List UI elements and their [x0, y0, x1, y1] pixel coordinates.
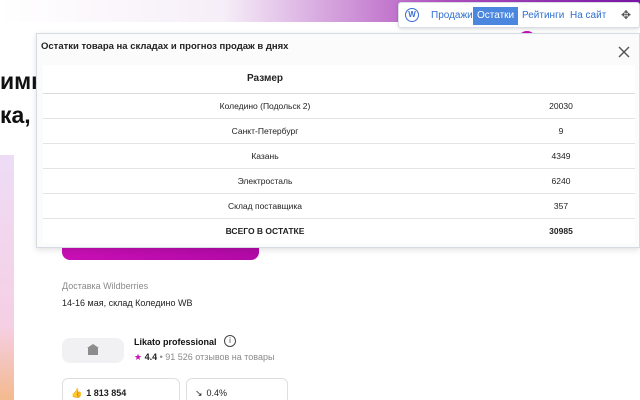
tab-ratings[interactable]: Рейтинги: [518, 7, 568, 25]
warehouse-qty: 4349: [487, 143, 635, 169]
trend-icon: ↘: [195, 388, 203, 398]
warehouse-name: Казань: [43, 143, 487, 169]
move-icon[interactable]: ✥: [618, 7, 634, 23]
warehouse-qty: 6240: [487, 168, 635, 194]
modal-title: Остатки товара на складах и прогноз прод…: [41, 41, 289, 52]
warehouse-qty: 357: [487, 193, 635, 219]
likes-count: 1 813 854: [86, 388, 127, 398]
table-row: Электросталь 6240: [43, 168, 635, 194]
product-image-strip[interactable]: [0, 155, 14, 400]
delivery-label: Доставка Wildberries: [62, 281, 149, 291]
info-icon[interactable]: i: [224, 335, 236, 347]
warehouse-qty: 9: [487, 118, 635, 144]
delivery-date: 14-16 мая, склад Коледино WB: [62, 298, 193, 308]
table-row: Казань 4349: [43, 143, 635, 169]
total-label: ВСЕГО В ОСТАТКЕ: [225, 225, 305, 236]
warehouse-name: Электросталь: [43, 168, 487, 194]
close-icon[interactable]: [617, 45, 631, 59]
star-icon: ★: [134, 352, 143, 362]
seller-rating: ★ 4.4 • 91 526 отзывов на товары: [134, 352, 274, 363]
extension-nav: W Продажи Остатки Рейтинги На сайт ✥: [398, 2, 640, 28]
stock-table: Размер Коледино (Подольск 2) 20030 Санкт…: [43, 65, 635, 243]
rating-value: 4.4: [144, 352, 158, 362]
table-row: Склад поставщика 357: [43, 193, 635, 219]
size-header: Размер: [43, 65, 635, 94]
table-header-row: Размер: [43, 65, 635, 94]
warehouse-name: Склад поставщика: [43, 193, 487, 219]
percent-value: 0.4%: [206, 388, 228, 398]
tab-stock[interactable]: Остатки: [473, 7, 519, 25]
tab-on-site[interactable]: На сайт: [566, 7, 610, 25]
tab-sales[interactable]: Продажи: [427, 7, 477, 25]
warehouse-name: Санкт-Петербург: [43, 118, 487, 144]
reviews-count: 91 526 отзывов на товары: [165, 352, 275, 362]
table-row: Коледино (Подольск 2) 20030: [43, 93, 635, 119]
percent-stat[interactable]: ↘ 0.4%: [186, 378, 288, 400]
warehouse-name: Коледино (Подольск 2): [43, 93, 487, 119]
store-icon: [87, 344, 99, 355]
thumbs-up-icon: 👍: [71, 388, 83, 398]
table-row: Санкт-Петербург 9: [43, 118, 635, 144]
stock-modal: Остатки товара на складах и прогноз прод…: [36, 33, 640, 248]
likes-stat[interactable]: 👍 1 813 854: [62, 378, 180, 400]
warehouse-qty: 20030: [487, 93, 635, 119]
seller-name[interactable]: Likato professional: [134, 337, 217, 347]
total-qty: 30985: [549, 225, 573, 236]
total-row: ВСЕГО В ОСТАТКЕ 30985: [43, 218, 635, 243]
extension-logo-icon[interactable]: W: [405, 8, 419, 22]
